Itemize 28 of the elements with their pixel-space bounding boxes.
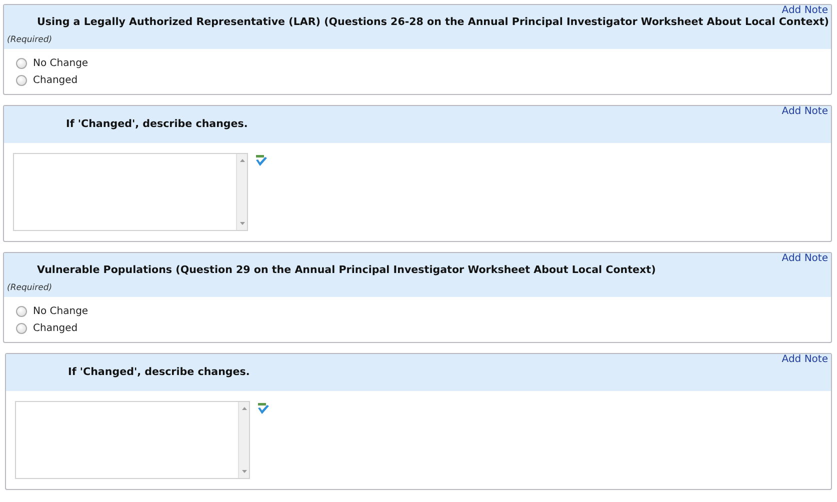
radio-button[interactable] [16, 58, 27, 69]
required-label: (Required) [6, 283, 54, 293]
spellcheck-icon[interactable] [255, 155, 268, 167]
add-note-link[interactable]: Add Note [782, 253, 828, 264]
question-title: If 'Changed', describe changes. [65, 117, 249, 131]
scroll-up-icon[interactable] [240, 406, 248, 411]
add-note-link[interactable]: Add Note [782, 5, 828, 16]
radio-button[interactable] [16, 75, 27, 86]
option-label: Changed [33, 323, 78, 334]
add-note-link[interactable]: Add Note [782, 106, 828, 117]
scroll-up-icon[interactable] [238, 158, 246, 163]
text-area[interactable] [13, 153, 248, 231]
question-title: If 'Changed', describe changes. [67, 365, 251, 379]
add-note-link[interactable]: Add Note [782, 354, 828, 365]
option-label: No Change [33, 306, 88, 317]
option-label: Changed [33, 75, 78, 86]
radio-button[interactable] [16, 306, 27, 317]
radio-button[interactable] [16, 323, 27, 334]
scrollbar[interactable] [236, 154, 247, 230]
option-label: No Change [33, 58, 88, 69]
spellcheck-icon[interactable] [257, 403, 270, 415]
question-title: Using a Legally Authorized Representative (LAR) (Questions 26-28 on the Annual Principal Investigator Worksheet About Local Context) [36, 15, 830, 29]
scrollbar[interactable] [238, 402, 249, 478]
text-area[interactable] [15, 401, 250, 479]
scroll-down-icon[interactable] [238, 221, 246, 226]
required-label: (Required) [6, 35, 54, 45]
scroll-down-icon[interactable] [240, 469, 248, 474]
question-title: Vulnerable Populations (Question 29 on the Annual Principal Investigator Worksheet About Local Context) [36, 263, 657, 277]
